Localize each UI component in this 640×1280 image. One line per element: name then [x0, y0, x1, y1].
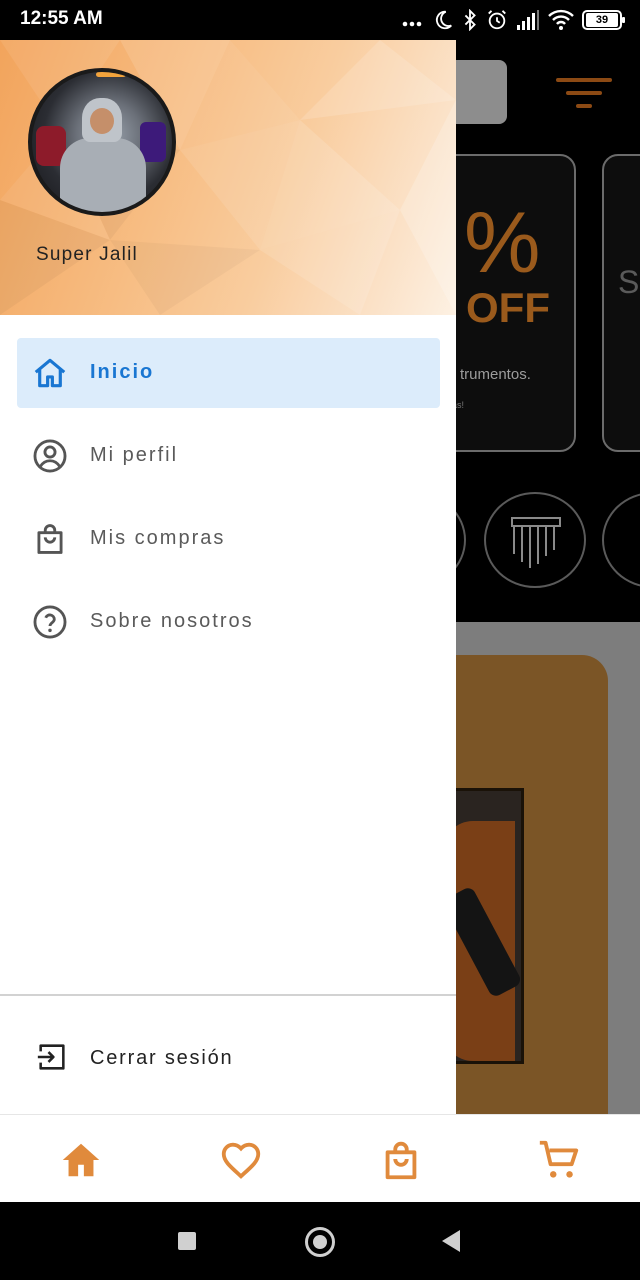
category-guitar-button[interactable] [602, 492, 640, 588]
account-circle-icon [33, 439, 67, 473]
drawer-header: Super Jalil [0, 40, 456, 315]
home-icon [34, 358, 66, 388]
moon-icon [435, 10, 452, 30]
more-dots-icon [402, 21, 422, 27]
logout-button[interactable]: Cerrar sesión [17, 1024, 440, 1094]
help-circle-icon [33, 605, 67, 639]
promo-off: OFF [466, 284, 550, 331]
panpipe-icon [511, 517, 561, 568]
signal-icon [517, 10, 539, 30]
nav-purchases-button[interactable] [378, 1137, 424, 1183]
battery-level: 39 [586, 13, 618, 27]
menu-item-label: Mis compras [90, 527, 226, 549]
alarm-icon [488, 10, 506, 30]
promo-percent: % [464, 195, 541, 291]
menu-item-mi-perfil[interactable]: Mi perfil [17, 421, 440, 491]
drawer-divider [0, 994, 456, 996]
nav-cart-button[interactable] [536, 1137, 582, 1183]
status-bar: 12:55 AM 39 [0, 0, 640, 40]
bottom-navigation [0, 1114, 640, 1202]
cart-icon [539, 1140, 579, 1178]
navigation-drawer: Super Jalil Inicio Mi perfil Mis compras [0, 40, 456, 1114]
system-navigation-bar [0, 1202, 640, 1280]
bluetooth-icon [464, 9, 476, 31]
home-system-icon[interactable] [305, 1227, 335, 1257]
promo-s-letter-icon: S [618, 264, 640, 300]
shopping-bag-icon [37, 524, 63, 554]
menu-item-sobre-nosotros[interactable]: Sobre nosotros [17, 587, 440, 657]
category-panpipe-button[interactable] [484, 492, 586, 588]
back-icon[interactable] [442, 1230, 460, 1252]
promo-text: trumentos. [460, 366, 531, 383]
user-name: Super Jalil [36, 244, 138, 265]
status-icons: 39 [400, 8, 625, 32]
shopping-bag-icon [385, 1141, 417, 1180]
menu-item-label: Sobre nosotros [90, 610, 254, 632]
menu-item-label: Inicio [90, 361, 155, 383]
nav-home-button[interactable] [58, 1137, 104, 1183]
menu-item-mis-compras[interactable]: Mis compras [17, 504, 440, 574]
status-time: 12:55 AM [20, 8, 103, 29]
logout-label: Cerrar sesión [90, 1047, 234, 1069]
recents-icon[interactable] [178, 1232, 196, 1250]
avatar[interactable] [28, 68, 176, 216]
logout-icon [37, 1044, 65, 1070]
home-icon [62, 1143, 100, 1177]
promo-card-secondary[interactable]: S [602, 154, 640, 452]
battery-icon: 39 [582, 10, 625, 30]
heart-icon [221, 1142, 261, 1179]
nav-favorites-button[interactable] [218, 1137, 264, 1183]
wifi-icon [548, 9, 574, 30]
menu-item-label: Mi perfil [90, 444, 179, 466]
filter-icon[interactable] [556, 78, 612, 114]
menu-item-inicio[interactable]: Inicio [17, 338, 440, 408]
